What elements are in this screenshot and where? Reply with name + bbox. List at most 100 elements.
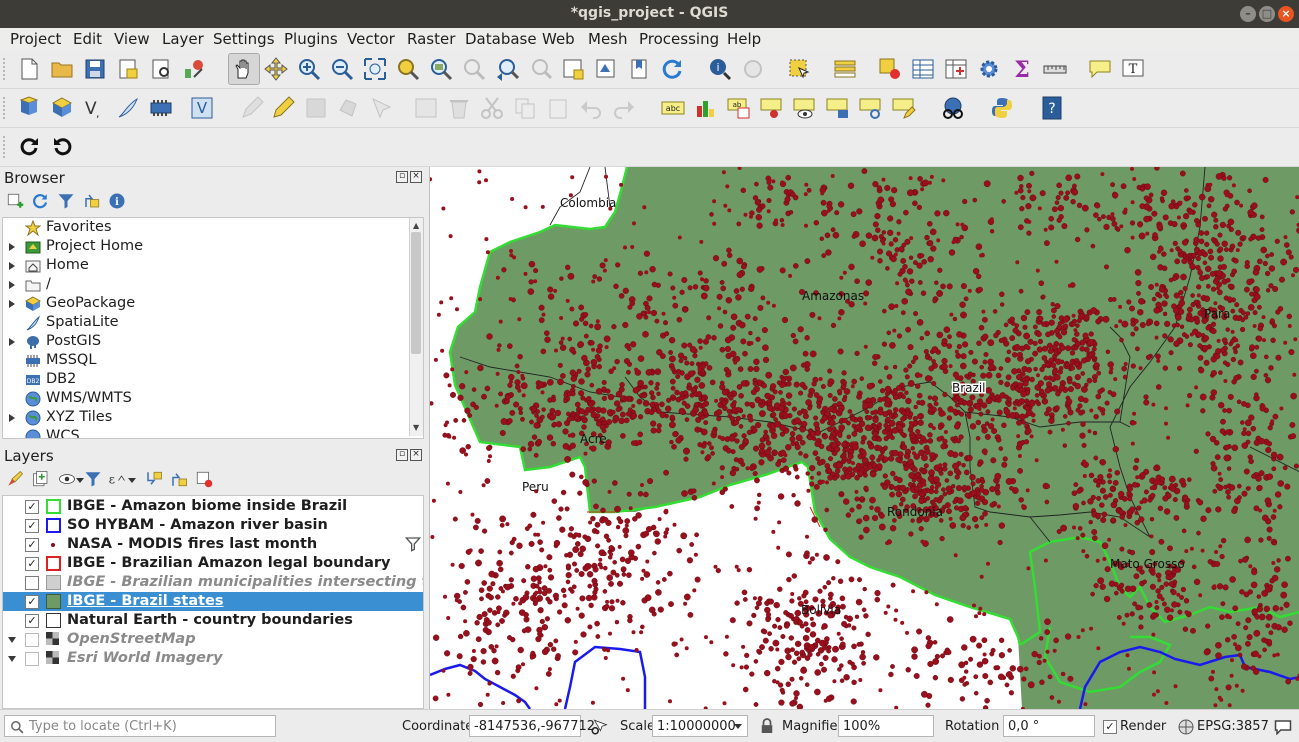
save-project-icon[interactable] bbox=[83, 57, 107, 81]
layer-visibility-checkbox[interactable]: ✓ bbox=[25, 557, 39, 571]
layer-row-brazil-states-selected[interactable]: ✓ IBGE - Brazil states bbox=[3, 592, 423, 611]
save-layer-edits-icon[interactable] bbox=[304, 96, 328, 120]
browser-item-geopackage[interactable]: GeoPackage bbox=[3, 294, 411, 313]
menu-view[interactable]: View bbox=[114, 30, 150, 48]
layer-labeling-options-icon[interactable]: abc bbox=[661, 96, 685, 120]
highlight-pinned-labels-icon[interactable]: ab bbox=[727, 96, 751, 120]
change-label-icon[interactable] bbox=[892, 96, 916, 120]
lock-scale-icon[interactable] bbox=[760, 718, 774, 734]
menu-raster[interactable]: Raster bbox=[407, 30, 455, 48]
refresh-icon[interactable] bbox=[660, 57, 684, 81]
layer-row-esri-imagery[interactable]: Esri World Imagery bbox=[3, 649, 423, 668]
properties-info-icon[interactable]: i bbox=[108, 192, 126, 210]
browser-item-home[interactable]: Home bbox=[3, 256, 411, 275]
zoom-out-icon[interactable] bbox=[330, 57, 354, 81]
menu-settings[interactable]: Settings bbox=[213, 30, 275, 48]
expand-arrow-icon[interactable] bbox=[9, 414, 15, 422]
copy-features-icon[interactable] bbox=[513, 96, 537, 120]
show-hide-labels-icon[interactable] bbox=[793, 96, 817, 120]
toggle-extents-mouse-icon[interactable] bbox=[590, 718, 608, 736]
zoom-last-icon[interactable] bbox=[495, 57, 519, 81]
layers-float-button[interactable]: ▫ bbox=[396, 449, 408, 461]
menu-plugins[interactable]: Plugins bbox=[284, 30, 338, 48]
maximize-button[interactable]: □ bbox=[1259, 6, 1275, 22]
zoom-in-icon[interactable] bbox=[297, 57, 321, 81]
browser-scrollbar-thumb[interactable] bbox=[411, 232, 421, 354]
layers-close-button[interactable]: × bbox=[410, 449, 422, 461]
layer-row-modis-fires[interactable]: ✓ NASA - MODIS fires last month bbox=[3, 535, 423, 554]
reload-icon[interactable] bbox=[17, 135, 41, 159]
zoom-full-icon[interactable] bbox=[363, 57, 387, 81]
statistical-summary-icon[interactable]: Σ bbox=[1010, 57, 1034, 81]
select-by-attribute-icon[interactable] bbox=[833, 57, 857, 81]
cut-features-icon[interactable] bbox=[480, 96, 504, 120]
new-3d-map-view-icon[interactable] bbox=[594, 57, 618, 81]
collapse-arrow-icon[interactable] bbox=[8, 637, 16, 643]
open-project-icon[interactable] bbox=[50, 57, 74, 81]
coordinate-field[interactable]: -8147536,-967712 bbox=[469, 715, 581, 737]
map-canvas[interactable]: Colombia Amazonas Para Brazil Acre Peru … bbox=[429, 167, 1299, 709]
python-console-icon[interactable] bbox=[990, 96, 1014, 120]
collapse-all-icon[interactable] bbox=[83, 192, 101, 210]
scale-dropdown-icon[interactable] bbox=[734, 724, 742, 729]
crs-globe-icon[interactable] bbox=[1178, 719, 1194, 735]
map-svg[interactable]: Colombia Amazonas Para Brazil Acre Peru … bbox=[430, 167, 1299, 709]
expand-all-icon[interactable] bbox=[145, 470, 163, 488]
expand-arrow-icon[interactable] bbox=[9, 243, 15, 251]
layer-row-amazon-biome[interactable]: ✓ IBGE - Amazon biome inside Brazil bbox=[3, 497, 423, 516]
measure-line-icon[interactable] bbox=[1043, 57, 1067, 81]
deselect-all-icon[interactable] bbox=[878, 57, 902, 81]
pan-to-selection-icon[interactable] bbox=[264, 57, 288, 81]
crs-label[interactable]: EPSG:3857 bbox=[1197, 719, 1269, 734]
expand-arrow-icon[interactable] bbox=[9, 300, 15, 308]
layer-visibility-checkbox[interactable]: ✓ bbox=[25, 519, 39, 533]
menu-project[interactable]: Project bbox=[10, 30, 61, 48]
delete-selected-icon[interactable] bbox=[447, 96, 471, 120]
browser-item-postgis[interactable]: PostGIS bbox=[3, 332, 411, 351]
current-edits-icon[interactable] bbox=[240, 96, 264, 120]
layer-row-openstreetmap[interactable]: OpenStreetMap bbox=[3, 630, 423, 649]
add-selected-layers-icon[interactable] bbox=[6, 192, 24, 210]
style-manager-icon[interactable] bbox=[182, 57, 206, 81]
run-feature-action-icon[interactable] bbox=[741, 57, 765, 81]
new-print-layout-icon[interactable] bbox=[116, 57, 140, 81]
expand-arrow-icon[interactable] bbox=[9, 262, 15, 270]
paste-features-icon[interactable] bbox=[546, 96, 570, 120]
layer-visibility-checkbox[interactable] bbox=[25, 652, 39, 666]
locator-search-input[interactable]: Type to locate (Ctrl+K) bbox=[4, 715, 276, 737]
filter-by-expression-icon[interactable]: ε bbox=[108, 470, 126, 488]
dropdown-arrow-icon[interactable] bbox=[128, 478, 136, 483]
refresh-browser-icon[interactable] bbox=[31, 192, 49, 210]
pan-hand-icon[interactable] bbox=[231, 57, 255, 81]
layer-visibility-checkbox[interactable]: ✓ bbox=[25, 614, 39, 628]
filter-legend-icon[interactable] bbox=[84, 470, 102, 488]
move-label-icon[interactable] bbox=[826, 96, 850, 120]
layer-visibility-checkbox[interactable]: ✓ bbox=[25, 595, 39, 609]
toggle-editing-icon[interactable] bbox=[271, 96, 295, 120]
modify-attributes-icon[interactable] bbox=[414, 96, 438, 120]
undo-icon[interactable] bbox=[579, 96, 603, 120]
zoom-native-resolution-icon[interactable] bbox=[462, 57, 486, 81]
vertex-tool-icon[interactable] bbox=[370, 96, 394, 120]
layer-visibility-checkbox[interactable] bbox=[25, 633, 39, 647]
browser-item-favorites[interactable]: Favorites bbox=[3, 218, 411, 237]
rotation-spinbox[interactable]: 0,0 ° bbox=[1003, 715, 1095, 737]
browser-item-db2[interactable]: DB2 DB2 bbox=[3, 370, 411, 389]
layer-visibility-checkbox[interactable]: ✓ bbox=[25, 538, 39, 552]
layer-row-amazon-basin[interactable]: ✓ SO HYBAM - Amazon river basin bbox=[3, 516, 423, 535]
add-virtual-layer-icon[interactable]: V bbox=[190, 96, 214, 120]
open-layer-styling-icon[interactable] bbox=[6, 470, 24, 488]
remove-layer-icon[interactable] bbox=[195, 470, 213, 488]
metasearch-icon[interactable] bbox=[941, 96, 965, 120]
layer-row-country-boundaries[interactable]: ✓ Natural Earth - country boundaries bbox=[3, 611, 423, 630]
new-project-icon[interactable] bbox=[17, 57, 41, 81]
redo-icon[interactable] bbox=[612, 96, 636, 120]
add-delimited-text-layer-icon[interactable]: V, bbox=[83, 96, 107, 120]
rotate-label-icon[interactable] bbox=[859, 96, 883, 120]
help-contents-icon[interactable]: ? bbox=[1040, 96, 1064, 120]
scroll-down-arrow-icon[interactable]: ▼ bbox=[413, 423, 419, 432]
zoom-next-icon[interactable] bbox=[528, 57, 552, 81]
layer-diagram-options-icon[interactable] bbox=[694, 96, 718, 120]
add-mssql-layer-icon[interactable] bbox=[149, 96, 173, 120]
magnifier-spinbox[interactable]: 100% bbox=[838, 715, 934, 737]
